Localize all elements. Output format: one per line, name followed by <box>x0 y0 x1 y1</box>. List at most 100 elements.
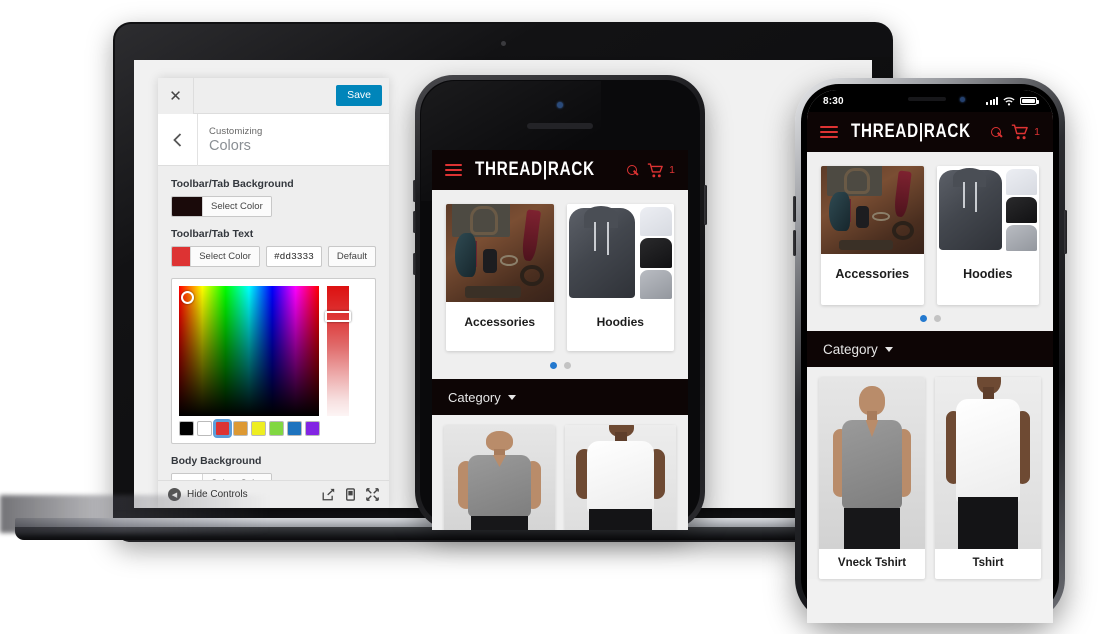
volume-down-button[interactable] <box>413 211 416 233</box>
featured-card-label: Hoodies <box>596 315 644 329</box>
screenshot-stage: ✕ Save Customizing Colors Toolbar/Tab Ba… <box>0 0 1100 634</box>
field-label: Toolbar/Tab Text <box>171 228 254 240</box>
toolbar-actions: 1 <box>627 162 675 178</box>
product-grid <box>432 415 688 530</box>
product-image-vneck <box>819 377 925 549</box>
cart-icon <box>1011 124 1028 140</box>
share-icon[interactable] <box>322 488 335 501</box>
carousel-pagination <box>432 351 688 379</box>
carousel-dot-2[interactable] <box>563 362 571 369</box>
featured-card-accessories[interactable]: Accessories <box>821 166 924 305</box>
preset-swatch[interactable] <box>269 421 284 436</box>
cart-button[interactable]: 1 <box>647 162 675 178</box>
power-button[interactable] <box>704 185 707 225</box>
carousel-pagination <box>807 305 1053 331</box>
phone-device-center: THREAD|RACK 1 Accessories Hoodies Catego… <box>413 75 707 530</box>
preset-swatch[interactable] <box>251 421 266 436</box>
search-icon[interactable] <box>991 127 1002 137</box>
color-control-toolbar-text[interactable]: Select Color <box>171 246 260 267</box>
mute-switch[interactable] <box>413 253 416 275</box>
carousel-dot-2[interactable] <box>933 315 941 322</box>
wifi-icon <box>1003 96 1015 106</box>
product-image-vneck <box>444 425 555 530</box>
color-swatch-preview[interactable] <box>172 197 202 216</box>
featured-card-hoodies[interactable]: Hoodies <box>936 166 1039 305</box>
featured-card-accessories[interactable]: Accessories <box>446 204 554 351</box>
carousel-dot-1[interactable] <box>549 362 557 369</box>
earpiece-speaker-icon <box>527 123 593 129</box>
product-card-vneck[interactable] <box>444 425 555 530</box>
preset-swatch[interactable] <box>197 421 212 436</box>
field-toolbar-tab-background: Toolbar/Tab Background Select Color <box>158 178 389 217</box>
carousel-dot-1[interactable] <box>919 315 927 322</box>
saturation-value-area[interactable] <box>179 286 319 416</box>
expand-icon[interactable] <box>366 488 379 501</box>
chevron-left-icon[interactable] <box>158 113 198 166</box>
category-dropdown[interactable]: Category <box>432 379 688 415</box>
phone-right-body: 8:30 THREAD|RACK 1 Accessories Hoodies C… <box>793 78 1067 623</box>
category-dropdown[interactable]: Category <box>807 331 1053 367</box>
preset-swatch[interactable] <box>287 421 302 436</box>
field-label: Toolbar/Tab Background <box>171 178 294 190</box>
color-control-toolbar-background[interactable]: Select Color <box>171 196 272 217</box>
app-content: Accessories Hoodies <box>432 190 688 379</box>
featured-card-row: Accessories Hoodies <box>432 190 688 351</box>
save-button[interactable]: Save <box>336 84 382 107</box>
cart-button[interactable]: 1 <box>1011 124 1040 140</box>
floor-shadow <box>0 495 270 533</box>
app-content: Accessories Hoodies <box>807 152 1053 331</box>
power-button[interactable] <box>1064 210 1067 254</box>
preset-swatch[interactable] <box>213 419 232 438</box>
default-color-button[interactable]: Default <box>327 246 376 267</box>
chevron-down-icon <box>507 394 516 400</box>
app-toolbar: THREAD|RACK 1 <box>807 112 1053 152</box>
signal-bars-icon <box>986 97 998 105</box>
cart-count-badge: 1 <box>1034 126 1040 138</box>
page-title: Colors <box>209 137 251 154</box>
featured-card-label: Accessories <box>835 267 910 281</box>
color-picker[interactable] <box>171 278 376 444</box>
select-color-button[interactable]: Select Color <box>202 197 271 216</box>
product-image-accessories <box>446 204 554 302</box>
product-card-vneck[interactable]: Vneck Tshirt <box>819 377 925 579</box>
phone-center-screen: THREAD|RACK 1 Accessories Hoodies Catego… <box>432 150 688 530</box>
hue-slider-handle[interactable] <box>325 311 351 322</box>
picker-cursor-handle[interactable] <box>181 291 194 304</box>
cart-count-badge: 1 <box>669 164 675 176</box>
featured-card-hoodies[interactable]: Hoodies <box>566 204 674 351</box>
featured-card-label: Hoodies <box>963 267 1013 281</box>
hamburger-icon[interactable] <box>445 164 462 176</box>
status-indicators <box>986 96 1039 106</box>
color-swatch-preview[interactable] <box>172 247 191 266</box>
product-image-tshirt <box>565 425 676 530</box>
hue-slider[interactable] <box>325 286 351 416</box>
customizer-body: Toolbar/Tab Background Select Color Tool… <box>158 166 389 508</box>
search-icon[interactable] <box>627 165 638 175</box>
volume-up-button[interactable] <box>793 196 796 222</box>
hex-value-input[interactable]: #dd3333 <box>265 246 322 267</box>
product-card-tshirt[interactable]: Tshirt <box>935 377 1041 579</box>
preset-swatch[interactable] <box>233 421 248 436</box>
preset-swatch[interactable] <box>179 421 194 436</box>
field-label: Body Background <box>171 455 262 467</box>
preset-swatch[interactable] <box>305 421 320 436</box>
customizer-header: Customizing Colors <box>158 113 389 166</box>
hamburger-icon[interactable] <box>820 126 838 138</box>
select-color-button[interactable]: Select Color <box>190 247 259 266</box>
product-label: Tshirt <box>972 557 1004 569</box>
product-card-tshirt[interactable] <box>565 425 676 530</box>
volume-up-button[interactable] <box>413 180 416 202</box>
product-image-hoodies <box>566 204 674 302</box>
customizer-topbar: ✕ Save <box>158 77 389 114</box>
volume-down-button[interactable] <box>793 230 796 256</box>
status-time: 8:30 <box>823 95 844 107</box>
close-icon[interactable]: ✕ <box>158 77 194 114</box>
footer-icon-group <box>322 488 379 501</box>
mobile-preview-icon[interactable] <box>346 488 355 501</box>
customizer-titles: Customizing Colors <box>198 126 262 154</box>
notch <box>876 90 984 112</box>
featured-card-label: Accessories <box>464 315 536 329</box>
product-image-hoodies <box>936 166 1039 254</box>
category-label: Category <box>823 341 878 357</box>
value-gradient <box>179 286 319 416</box>
